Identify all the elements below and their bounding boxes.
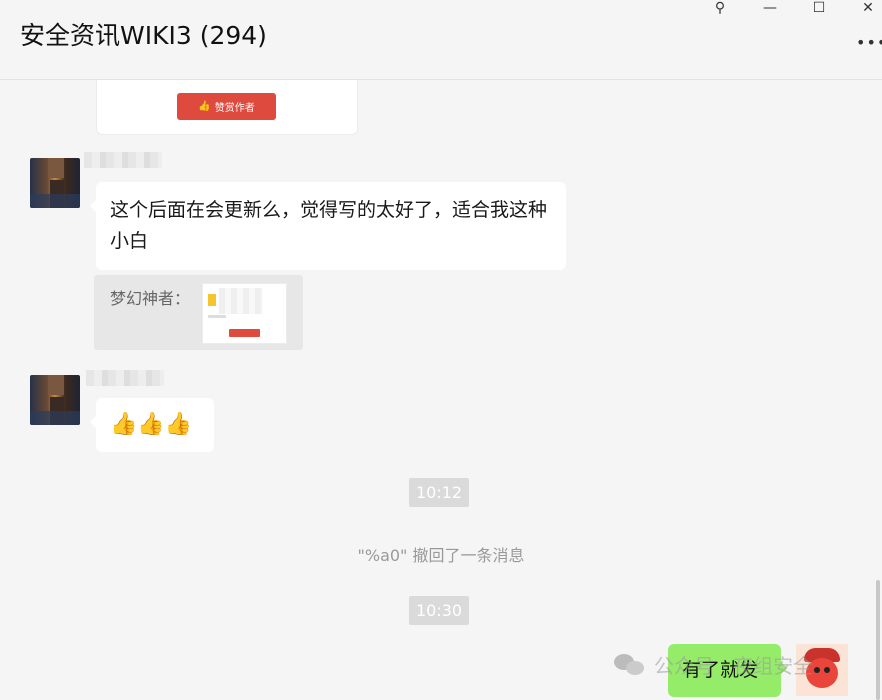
sender-name-blurred (84, 152, 162, 168)
minimize-button[interactable]: — (756, 0, 784, 16)
watermark-text: 公众号 · 夜组安全 (654, 654, 814, 678)
reward-label: 赞赏作者 (214, 103, 255, 114)
chat-title: 安全资讯WIKI3 (294) (20, 21, 267, 50)
thumbs-up-icon: 👍👍👍 (110, 412, 193, 437)
chat-header: 安全资讯WIKI3 (294) ⚲ — ☐ ✕ ••• (0, 0, 882, 80)
scrollbar[interactable] (876, 580, 880, 700)
message-bubble[interactable]: 👍👍👍 (90, 398, 214, 452)
reward-author-button[interactable]: 👍 赞赏作者 (177, 93, 276, 120)
wechat-icon (614, 652, 646, 678)
timestamp: 10:12 (409, 478, 470, 507)
watermark: 公众号 · 夜组安全 (614, 650, 813, 679)
pin-icon[interactable]: ⚲ (706, 0, 734, 16)
maximize-button[interactable]: ☐ (805, 0, 833, 16)
thumbs-up-icon: 👍 (198, 101, 211, 112)
avatar[interactable] (30, 375, 80, 425)
recall-notice: "%a0" 撤回了一条消息 (357, 546, 525, 565)
quoted-message[interactable]: 梦幻神者： (94, 275, 303, 350)
avatar[interactable] (30, 158, 80, 208)
timestamp: 10:30 (409, 596, 470, 625)
message-bubble[interactable]: 这个后面在会更新么，觉得写的太好了，适合我这种小白 (90, 182, 566, 270)
quote-thumbnail[interactable] (202, 283, 287, 344)
sender-name-blurred (86, 370, 164, 386)
message-list[interactable]: 👍 赞赏作者 这个后面在会更新么，觉得写的太好了，适合我这种小白 梦幻神者： 👍… (0, 80, 882, 700)
message-text: 这个后面在会更新么，觉得写的太好了，适合我这种小白 (110, 199, 548, 252)
quote-label: 梦幻神者： (110, 289, 191, 308)
article-card[interactable]: 👍 赞赏作者 (96, 80, 358, 135)
more-options-button[interactable]: ••• (856, 33, 882, 52)
close-button[interactable]: ✕ (854, 0, 882, 16)
